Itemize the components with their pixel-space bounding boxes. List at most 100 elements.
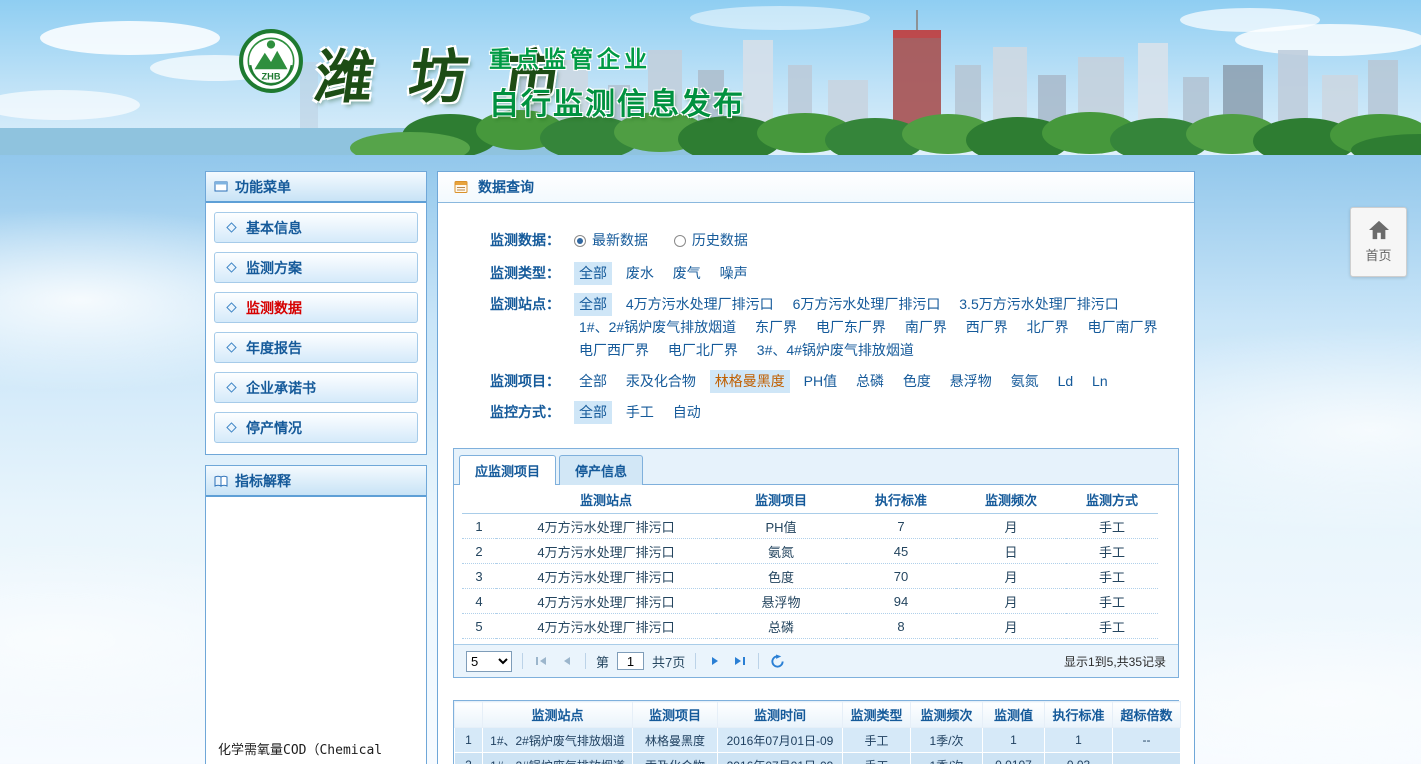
tab-production-stop-info[interactable]: 停产信息 — [559, 455, 643, 485]
type-options: 全部 废水 废气 噪声 — [574, 262, 1176, 285]
separator — [758, 653, 759, 669]
col-header-item: 监测项目 — [633, 702, 718, 728]
method-cell: 手工 — [1066, 589, 1158, 614]
col-header-frequency: 监测频次 — [956, 487, 1066, 514]
item-option[interactable]: 全部 — [574, 370, 612, 393]
station-option[interactable]: 电厂东厂界 — [811, 316, 891, 339]
station-option[interactable]: 4万方污水处理厂排污口 — [621, 293, 779, 316]
station-option[interactable]: 全部 — [574, 293, 612, 316]
data-query-title: 数据查询 — [478, 177, 534, 197]
filter-row-station: 监测站点： 全部 4万方污水处理厂排污口 6万方污水处理厂排污口 3.5万方污水… — [490, 293, 1176, 362]
type-option[interactable]: 全部 — [574, 262, 612, 285]
station-option[interactable]: 3.5万方污水处理厂排污口 — [954, 293, 1123, 316]
sidebar-item-monitor-plan[interactable]: 监测方案 — [214, 252, 418, 283]
filter-row-data: 监测数据： 最新数据 历史数据 — [490, 229, 1176, 254]
home-icon — [1368, 220, 1390, 240]
sidebar-item-label: 监测方案 — [246, 258, 302, 278]
station-cell: 4万方污水处理厂排污口 — [496, 564, 716, 589]
station-option[interactable]: 西厂界 — [961, 316, 1013, 339]
item-option[interactable]: 汞及化合物 — [621, 370, 701, 393]
radio-checked-icon[interactable] — [574, 235, 586, 247]
indicator-explain-body: 化学需氧量COD（Chemical — [206, 497, 426, 764]
radio-history-data[interactable]: 历史数据 — [674, 229, 748, 252]
type-option[interactable]: 噪声 — [715, 262, 753, 285]
radio-latest-data[interactable]: 最新数据 — [574, 229, 648, 252]
last-page-button[interactable] — [731, 653, 748, 670]
notepad-icon — [453, 179, 469, 195]
station-option[interactable]: 电厂北厂界 — [663, 339, 743, 362]
diamond-icon — [226, 262, 237, 273]
next-page-button[interactable] — [706, 653, 723, 670]
table-row[interactable]: 3 4万方污水处理厂排污口 色度 70 月 手工 — [462, 564, 1158, 589]
station-option[interactable]: 东厂界 — [750, 316, 802, 339]
item-option[interactable]: 悬浮物 — [945, 370, 997, 393]
radio-history-label[interactable]: 历史数据 — [692, 229, 748, 252]
table-row[interactable]: 2 4万方污水处理厂排污口 氨氮 45 日 手工 — [462, 539, 1158, 564]
station-cell: 4万方污水处理厂排污口 — [496, 589, 716, 614]
mode-option[interactable]: 手工 — [621, 401, 659, 424]
table-header-row: 监测站点 监测项目 监测时间 监测类型 监测频次 监测值 执行标准 超标倍数 — [455, 702, 1181, 728]
sidebar-item-label: 监测数据 — [246, 298, 302, 318]
item-option[interactable]: PH值 — [799, 370, 842, 393]
mode-option[interactable]: 自动 — [668, 401, 706, 424]
item-option[interactable]: Ln — [1087, 370, 1113, 393]
row-number-header — [462, 487, 496, 514]
station-option[interactable]: 电厂南厂界 — [1083, 316, 1163, 339]
frequency-cell: 月 — [956, 589, 1066, 614]
mode-option[interactable]: 全部 — [574, 401, 612, 424]
item-option[interactable]: 氨氮 — [1006, 370, 1044, 393]
prev-page-button[interactable] — [558, 653, 575, 670]
col-header-item: 监测项目 — [716, 487, 846, 514]
table-row[interactable]: 1 1#、2#锅炉废气排放烟道 林格曼黑度 2016年07月01日-09 手工 … — [455, 728, 1181, 753]
sidebar-item-commitment[interactable]: 企业承诺书 — [214, 372, 418, 403]
station-cell: 4万方污水处理厂排污口 — [496, 514, 716, 539]
type-option[interactable]: 废气 — [668, 262, 706, 285]
mode-options: 全部 手工 自动 — [574, 401, 1176, 424]
item-option-selected[interactable]: 林格曼黑度 — [710, 370, 790, 393]
function-menu-title: 功能菜单 — [235, 177, 291, 197]
station-option[interactable]: 电厂西厂界 — [574, 339, 654, 362]
page-size-select[interactable]: 5 — [466, 651, 512, 672]
item-option[interactable]: 总磷 — [851, 370, 889, 393]
diamond-icon — [226, 422, 237, 433]
sidebar-item-monitor-data[interactable]: 监测数据 — [214, 292, 418, 323]
station-option[interactable]: 北厂界 — [1022, 316, 1074, 339]
radio-unchecked-icon[interactable] — [674, 235, 686, 247]
row-number-cell: 5 — [462, 614, 496, 639]
type-option[interactable]: 废水 — [621, 262, 659, 285]
first-page-button[interactable] — [533, 653, 550, 670]
page-number-input[interactable] — [617, 652, 644, 670]
station-option[interactable]: 南厂界 — [900, 316, 952, 339]
table-row[interactable]: 5 4万方污水处理厂排污口 总磷 8 月 手工 — [462, 614, 1158, 639]
station-option[interactable]: 3#、4#锅炉废气排放烟道 — [752, 339, 919, 362]
monitor-results-grid: 监测站点 监测项目 监测时间 监测类型 监测频次 监测值 执行标准 超标倍数 1… — [453, 700, 1179, 764]
monitor-results-table: 监测站点 监测项目 监测时间 监测类型 监测频次 监测值 执行标准 超标倍数 1… — [454, 701, 1181, 764]
table-row[interactable]: 2 1#、2#锅炉废气排放烟道 汞及化合物 2016年07月01日-09 手工 … — [455, 753, 1181, 764]
sidebar-item-label: 基本信息 — [246, 218, 302, 238]
station-option[interactable]: 6万方污水处理厂排污口 — [788, 293, 946, 316]
sidebar-item-basic-info[interactable]: 基本信息 — [214, 212, 418, 243]
row-number-cell: 2 — [462, 539, 496, 564]
standard-cell: 45 — [846, 539, 956, 564]
frequency-cell: 日 — [956, 539, 1066, 564]
standard-cell: 8 — [846, 614, 956, 639]
table-row[interactable]: 1 4万方污水处理厂排污口 PH值 7 月 手工 — [462, 514, 1158, 539]
sidebar-item-annual-report[interactable]: 年度报告 — [214, 332, 418, 363]
diamond-icon — [226, 302, 237, 313]
tab-should-monitor-items[interactable]: 应监测项目 — [459, 455, 556, 485]
separator — [522, 653, 523, 669]
refresh-icon[interactable] — [769, 653, 786, 670]
exceed-cell: -- — [1113, 753, 1181, 764]
logo-text: ZHB — [261, 72, 280, 82]
sidebar-item-production-stop[interactable]: 停产情况 — [214, 412, 418, 443]
indicator-cod-text: 化学需氧量COD（Chemical — [218, 742, 416, 759]
col-header-standard: 执行标准 — [1045, 702, 1113, 728]
table-row[interactable]: 4 4万方污水处理厂排污口 悬浮物 94 月 手工 — [462, 589, 1158, 614]
home-floating-button[interactable]: 首页 — [1350, 207, 1407, 277]
exceed-cell: -- — [1113, 728, 1181, 753]
radio-latest-label[interactable]: 最新数据 — [592, 229, 648, 252]
item-option[interactable]: Ld — [1053, 370, 1079, 393]
station-option[interactable]: 1#、2#锅炉废气排放烟道 — [574, 316, 741, 339]
item-option[interactable]: 色度 — [898, 370, 936, 393]
station-cell: 1#、2#锅炉废气排放烟道 — [483, 753, 633, 764]
